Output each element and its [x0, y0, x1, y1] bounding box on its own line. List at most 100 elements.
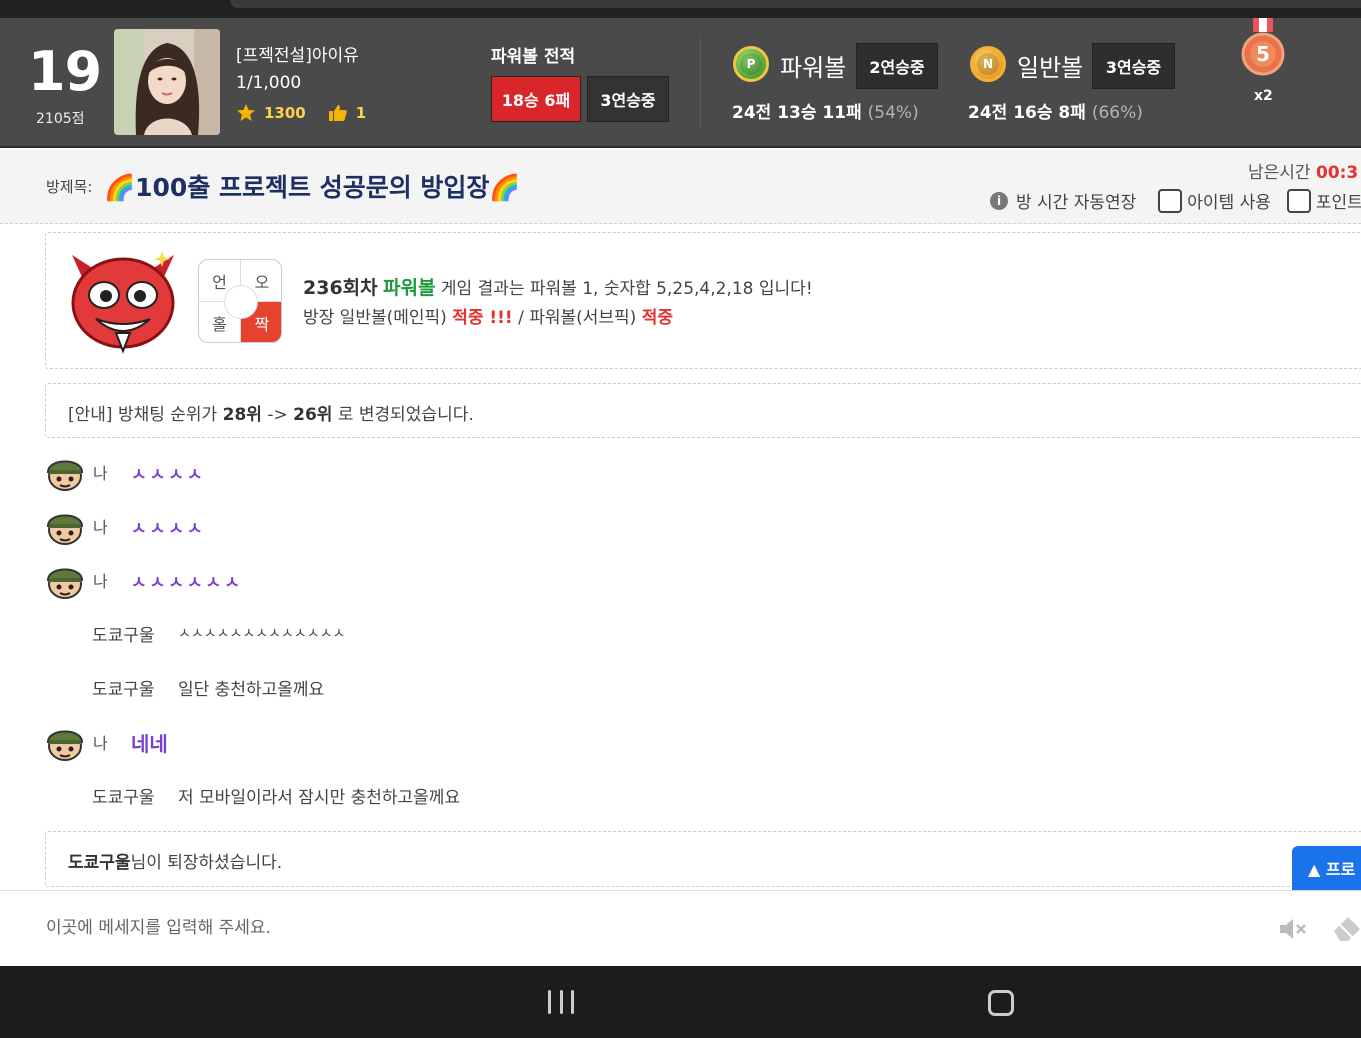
- chat-message-text: ㅅㅅㅅㅅ: [131, 464, 206, 485]
- item-use-checkbox[interactable]: [1158, 188, 1183, 213]
- devil-emoticon-icon: [71, 251, 175, 354]
- powerball-label: 파워볼: [780, 54, 847, 82]
- chat-input[interactable]: [46, 913, 1046, 943]
- chat-message-me: 나 네네: [45, 722, 168, 762]
- powerball-record-text: 24전 13승 11패: [732, 103, 862, 123]
- record-streak-badge: 3연승중: [587, 76, 669, 122]
- status-strip: [0, 0, 1361, 18]
- chat-sender-me: 나: [93, 464, 108, 483]
- leave-notice: 도쿄구울님이 퇴장하셨습니다.: [45, 831, 1361, 887]
- result-line-2: 방장 일반볼(메인픽) 적중 !!! / 파워볼(서브픽) 적중: [303, 303, 673, 328]
- chat-message-text: 일단 충천하고올께요: [178, 679, 325, 700]
- profile-float-button[interactable]: ▲ 프로: [1292, 846, 1361, 890]
- normalball-pct: (66%): [1091, 103, 1143, 123]
- auto-extend-option[interactable]: 방 시간 자동연장: [1016, 188, 1136, 213]
- chat-sender-me: 나: [93, 518, 108, 537]
- chat-message-me: 나 ㅅㅅㅅㅅ: [45, 506, 206, 546]
- result-text: 게임 결과는 파워볼 1, 숫자합 5,25,4,2,18 입니다!: [435, 279, 813, 299]
- chat-message-text: ㅅㅅㅅㅅㅅㅅ: [131, 572, 243, 593]
- mute-icon[interactable]: [1278, 917, 1308, 941]
- medal-number: 5: [1256, 42, 1270, 66]
- info-icon[interactable]: i: [990, 191, 1008, 210]
- notice-arrow: ->: [261, 405, 294, 425]
- chat-message-text: ㅅㅅㅅㅅㅅㅅㅅㅅㅅㅅㅅㅅㅅ: [178, 626, 346, 642]
- room-title: 🌈100출 프로젝트 성공문의 방입장🌈: [104, 173, 521, 202]
- chat-message-me: 나 ㅅㅅㅅㅅ: [45, 452, 206, 492]
- leave-text: 도쿄구울님이 퇴장하셨습니다.: [68, 848, 282, 873]
- powerball-icon: P: [733, 46, 769, 82]
- chat-sender-me: 나: [93, 572, 108, 591]
- normalball-streak: 3연승중: [1092, 43, 1175, 89]
- chat-message-text: 네네: [131, 731, 168, 756]
- soldier-avatar-icon[interactable]: [45, 452, 85, 492]
- user-score: 2105점: [36, 111, 85, 127]
- normalball-record: 24전 16승 8패 (66%): [968, 98, 1143, 123]
- normalball-icon: N: [970, 46, 1006, 82]
- android-nav-bar: [0, 966, 1361, 1038]
- room-options: i 방 시간 자동연장 아이템 사용 포인트: [990, 188, 1361, 213]
- chat-sender-name[interactable]: 도쿄구울: [92, 783, 178, 808]
- chat-message-other: 도쿄구울 저 모바일이라서 잠시만 충천하고올께요: [92, 780, 460, 810]
- notice-from: 28위: [222, 405, 262, 425]
- record-win-badge: 18승 6패: [491, 76, 581, 122]
- chat-message-me: 나 ㅅㅅㅅㅅㅅㅅ: [45, 560, 243, 600]
- user-nickname[interactable]: [프젝전설]아이유: [236, 41, 359, 66]
- normalball-badge-letter: N: [977, 53, 999, 75]
- like-count: 1: [355, 104, 367, 122]
- recents-icon[interactable]: [548, 990, 574, 1016]
- notice-to: 26위: [293, 405, 333, 425]
- leave-user-name: 도쿄구울: [68, 853, 131, 873]
- chat-sender-name[interactable]: 도쿄구울: [92, 621, 178, 646]
- soldier-avatar-icon[interactable]: [45, 506, 85, 546]
- result-line-1: 236회차 파워볼 게임 결과는 파워볼 1, 숫자합 5,25,4,2,18 …: [303, 273, 813, 300]
- point-use-label: 포인트: [1315, 193, 1361, 213]
- item-use-label: 아이템 사용: [1187, 193, 1271, 213]
- chat-message-text: ㅅㅅㅅㅅ: [131, 518, 206, 539]
- profile-photo[interactable]: [114, 29, 220, 135]
- remaining-time: 남은시간 00:3: [1248, 158, 1358, 183]
- record-title: 파워볼 전적: [491, 47, 576, 67]
- room-title-label: 방제목:: [46, 178, 93, 196]
- odd-even-grid: 언 오 홀 짝: [198, 259, 282, 343]
- remaining-time-label: 남은시간: [1248, 163, 1311, 183]
- user-header: 19 2105점 [프젝전설]아이유 1/1,000 1300 1 파워볼 전적…: [0, 18, 1361, 148]
- notice-suffix: 로 변경되었습니다.: [332, 405, 474, 425]
- chat-sender-me: 나: [93, 734, 108, 753]
- grid-center-circle: [224, 285, 258, 319]
- medal-icon[interactable]: 5: [1241, 18, 1285, 94]
- eraser-icon[interactable]: [1330, 911, 1361, 943]
- result-round: 236회차: [303, 277, 378, 299]
- chat-message-text: 저 모바일이라서 잠시만 충천하고올께요: [178, 787, 461, 808]
- home-icon[interactable]: [988, 990, 1014, 1016]
- result-hit-main: 적중 !!!: [452, 308, 513, 328]
- powerball-record: 24전 13승 11패 (54%): [732, 98, 919, 123]
- notice-prefix: [안내] 방채팅 순위가: [68, 405, 223, 425]
- user-level: 1/1,000: [236, 73, 302, 93]
- point-use-option[interactable]: 포인트: [1286, 188, 1361, 213]
- powerball-badge-letter: P: [740, 53, 762, 75]
- header-divider: [700, 38, 701, 126]
- medal-multiplier: x2: [1254, 88, 1273, 104]
- soldier-avatar-icon[interactable]: [45, 560, 85, 600]
- point-use-checkbox[interactable]: [1286, 188, 1311, 213]
- star-count: 1300: [264, 104, 306, 122]
- status-strip-bar: [230, 0, 1361, 8]
- result-hit-sub: 적중: [641, 308, 673, 328]
- normalball-record-text: 24전 16승 8패: [968, 103, 1086, 123]
- item-use-option[interactable]: 아이템 사용: [1158, 188, 1271, 213]
- normalball-label: 일반볼: [1017, 54, 1084, 82]
- result-main-pick: 방장 일반볼(메인픽): [303, 308, 453, 328]
- star-icon: [236, 103, 256, 123]
- remaining-time-value: 00:3: [1315, 163, 1359, 183]
- soldier-avatar-icon[interactable]: [45, 722, 85, 762]
- chat-message-other: 도쿄구울 일단 충천하고올께요: [92, 672, 324, 702]
- chat-sender-name[interactable]: 도쿄구울: [92, 675, 178, 700]
- user-rank: 19: [28, 40, 102, 103]
- result-game-name: 파워볼: [383, 277, 436, 299]
- result-sub-pick: / 파워볼(서브픽): [512, 308, 642, 328]
- powerball-pct: (54%): [867, 103, 919, 123]
- thumbs-up-icon: [328, 103, 348, 123]
- chat-message-other: 도쿄구울 ㅅㅅㅅㅅㅅㅅㅅㅅㅅㅅㅅㅅㅅ: [92, 618, 345, 648]
- chat-input-bar: [0, 890, 1361, 966]
- leave-suffix: 님이 퇴장하셨습니다.: [130, 853, 283, 873]
